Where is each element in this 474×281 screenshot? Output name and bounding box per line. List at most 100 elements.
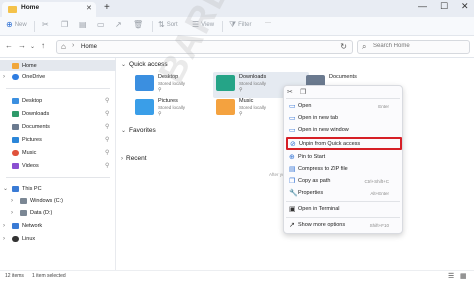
group-header-favorites[interactable]: ⌄ Favorites (121, 127, 156, 134)
item-name: Downloads (239, 74, 267, 80)
plus-icon: ⊕ (6, 20, 13, 29)
menu-item-pin-to-start[interactable]: ⊕ Pin to Start (287, 151, 399, 163)
desktop-folder-icon (135, 75, 154, 91)
pin-icon: ⊕ (289, 154, 295, 161)
sidebar-item-label: Data (D:) (30, 209, 53, 216)
folder-open-icon: ▭ (289, 103, 296, 110)
properties-icon: 🔧 (289, 190, 298, 197)
collapse-chevron-icon[interactable]: ⌄ (3, 185, 8, 192)
menu-item-label: Open in Terminal (298, 206, 340, 212)
menu-item-label: Compress to ZIP file (298, 166, 348, 172)
paste-button[interactable]: ▤ (79, 20, 87, 29)
delete-button[interactable]: 🗑 (133, 20, 143, 29)
more-options-button[interactable]: ··· (265, 20, 271, 26)
menu-item-copy-as-path[interactable]: ❐ Copy as path Ctrl+Shift+C (287, 175, 399, 187)
new-button[interactable]: ⊕ New (6, 20, 27, 29)
cloud-icon (12, 73, 19, 80)
menu-item-show-more-options[interactable]: ↗ Show more options Shift+F10 (287, 219, 399, 231)
sidebar-item-windows-c[interactable]: › Windows (C:) (0, 195, 116, 206)
expand-chevron-icon[interactable]: › (11, 210, 13, 216)
cut-button[interactable]: ✂ (42, 20, 49, 29)
sidebar-item-downloads[interactable]: Downloads ⚲ (0, 108, 116, 119)
tiles-view-icon[interactable]: ▦ (460, 272, 467, 280)
menu-item-label: Pin to Start (298, 154, 326, 160)
back-button[interactable]: ← (5, 41, 13, 50)
menu-item-open-new-tab[interactable]: ▭ Open in new tab (287, 112, 399, 124)
menu-item-open[interactable]: ▭ Open Enter (287, 100, 399, 112)
address-bar[interactable]: ⌂ › Home ↻ (56, 40, 353, 54)
menu-item-properties[interactable]: 🔧 Properties Alt+Enter (287, 187, 399, 199)
breadcrumb[interactable]: Home (81, 44, 97, 50)
copy-icon: ❐ (61, 20, 69, 29)
details-view-icon[interactable]: ☰ (448, 272, 454, 280)
expand-chevron-icon[interactable]: › (3, 236, 5, 242)
menu-item-open-terminal[interactable]: ▣ Open in Terminal (287, 203, 399, 215)
divider (286, 201, 400, 202)
sidebar-item-desktop[interactable]: Desktop ⚲ (0, 95, 116, 106)
expand-chevron-icon[interactable]: › (3, 223, 5, 229)
new-window-icon: ▭ (289, 127, 296, 134)
divider (222, 21, 223, 32)
sidebar-item-label: Windows (C:) (30, 197, 64, 204)
computer-icon (12, 185, 19, 192)
menu-item-label: Open (298, 103, 312, 109)
tab-home[interactable]: Home ✕ (2, 2, 96, 17)
unpin-icon: ⊘ (290, 140, 296, 148)
divider (34, 21, 35, 32)
pin-icon: ⚲ (239, 87, 243, 93)
maximize-button[interactable]: ☐ (440, 1, 448, 12)
copy-icon[interactable]: ❐ (300, 88, 306, 96)
sidebar-item-label: Desktop (22, 97, 43, 104)
rename-button[interactable]: ▭ (97, 20, 105, 29)
expand-chevron-icon[interactable]: › (11, 198, 13, 204)
group-header-recent[interactable]: › Recent (121, 155, 147, 162)
recent-dropdown-icon[interactable]: ⌄ (30, 43, 35, 50)
divider (6, 177, 110, 178)
sidebar-item-videos[interactable]: Videos ⚲ (0, 160, 116, 171)
title-bar: Home ✕ + — ☐ ✕ (0, 0, 474, 17)
menu-item-unpin-quick-access[interactable]: ⊘ Unpin from Quick access (286, 137, 402, 150)
expand-chevron-icon[interactable]: › (3, 74, 5, 80)
menu-item-shortcut: Shift+F10 (369, 222, 389, 228)
sidebar-item-music[interactable]: Music ⚲ (0, 147, 116, 158)
context-menu: ✂ ❐ ▭ Open Enter ▭ Open in new tab ▭ Ope… (283, 85, 403, 234)
up-button[interactable]: ↑ (41, 41, 45, 50)
new-tab-button[interactable]: + (104, 2, 110, 13)
share-button[interactable]: ↗ (115, 20, 122, 29)
view-button[interactable]: ☰ View (192, 20, 214, 29)
pin-icon: ⚲ (105, 111, 110, 117)
search-input[interactable] (373, 43, 465, 49)
sidebar-item-documents[interactable]: Documents ⚲ (0, 121, 116, 132)
sort-button[interactable]: ⇅ Sort (158, 20, 178, 29)
pin-icon: ⚲ (158, 111, 162, 117)
group-header-quick-access[interactable]: ⌄ Quick access (121, 61, 168, 68)
minimize-button[interactable]: — (418, 1, 427, 11)
pin-icon: ⚲ (239, 111, 243, 117)
sidebar-item-this-pc[interactable]: ⌄ This PC (0, 183, 116, 194)
sort-icon: ⇅ (158, 20, 165, 29)
forward-button[interactable]: → (18, 41, 26, 50)
desktop-icon (12, 97, 19, 104)
sidebar-item-home[interactable]: Home (0, 60, 116, 71)
menu-item-open-new-window[interactable]: ▭ Open in new window (287, 124, 399, 136)
tab-close-button[interactable]: ✕ (86, 4, 92, 12)
paste-icon: ▤ (79, 20, 87, 29)
item-name: Pictures (158, 98, 178, 104)
sidebar-item-onedrive[interactable]: › OneDrive (0, 71, 116, 82)
sidebar-item-label: Videos (22, 162, 39, 169)
menu-item-label: Properties (298, 190, 324, 196)
close-window-button[interactable]: ✕ (461, 1, 469, 12)
copy-button[interactable]: ❐ (61, 20, 68, 29)
sidebar-item-pictures[interactable]: Pictures ⚲ (0, 134, 116, 145)
search-box[interactable]: ⌕ (357, 40, 470, 54)
sidebar-item-label: Pictures (22, 136, 42, 143)
cut-icon[interactable]: ✂ (287, 88, 293, 96)
refresh-icon[interactable]: ↻ (340, 42, 347, 51)
sidebar-item-data-d[interactable]: › Data (D:) (0, 207, 116, 218)
sidebar-item-linux[interactable]: › Linux (0, 233, 116, 244)
menu-item-compress-zip[interactable]: ▤ Compress to ZIP file (287, 163, 399, 175)
menu-item-shortcut: Alt+Enter (370, 190, 389, 196)
filter-button[interactable]: ⧩ Filter (229, 20, 251, 30)
sidebar-item-network[interactable]: › Network (0, 220, 116, 231)
pin-icon: ⚲ (105, 124, 110, 130)
